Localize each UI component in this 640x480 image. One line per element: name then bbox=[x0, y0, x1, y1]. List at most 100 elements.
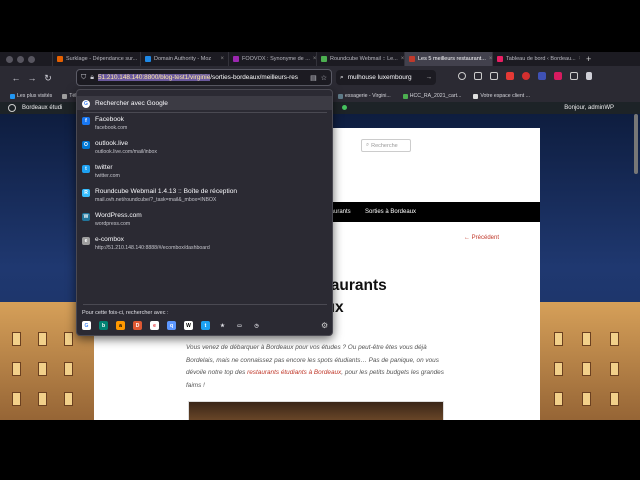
tab-0[interactable]: Surklage - Dépendance sur...× bbox=[52, 52, 140, 66]
forward-button[interactable]: → bbox=[24, 73, 40, 83]
tab-favicon-icon bbox=[145, 56, 151, 62]
pocket-icon[interactable] bbox=[458, 72, 466, 80]
close-window-icon[interactable] bbox=[6, 55, 13, 63]
bookmark-star-icon[interactable]: ☆ bbox=[321, 74, 327, 82]
site-search-input[interactable]: ⌕ Recherche bbox=[361, 139, 411, 152]
downloads-icon[interactable] bbox=[474, 72, 482, 80]
tab-2[interactable]: FOOVOX : Synonyme de ...× bbox=[228, 52, 316, 66]
close-tab-icon[interactable]: × bbox=[220, 56, 224, 62]
tabs-icon[interactable]: ▭ bbox=[235, 321, 244, 330]
article-intro: Vous venez de débarquer à Bordeaux pour … bbox=[186, 342, 448, 392]
search-go-icon[interactable]: → bbox=[426, 74, 433, 81]
article-photo bbox=[188, 401, 444, 420]
bookmark-favicon-icon bbox=[473, 93, 479, 99]
bookmark-favicon-icon bbox=[338, 93, 343, 99]
bookmark-item[interactable]: Votre espace client ... bbox=[473, 93, 530, 99]
zoom-window-icon[interactable] bbox=[28, 55, 35, 63]
tab-strip: Surklage - Dépendance sur...×Domain Auth… bbox=[0, 52, 640, 66]
site-search-placeholder: Recherche bbox=[371, 142, 398, 149]
suggestion-row[interactable]: Ooutlook.live outlook.live.com/mail/inbox bbox=[77, 140, 332, 162]
library-icon[interactable] bbox=[490, 72, 498, 80]
status-dot-icon bbox=[342, 105, 347, 110]
suggestion-row[interactable]: R Roundcube Webmail 1.4.13 :: Boîte de ré… bbox=[77, 188, 332, 210]
wp-site-name[interactable]: Bordeaux étudi bbox=[22, 105, 62, 111]
bookmark-favicon-icon bbox=[62, 93, 68, 99]
google-icon[interactable]: G bbox=[82, 321, 91, 330]
bookmark-item[interactable]: HCC_RA_2021_cart... bbox=[402, 93, 461, 99]
twitter-icon: t bbox=[82, 165, 90, 173]
one-off-search-label: Pour cette fois-ci, rechercher avec : bbox=[82, 310, 169, 316]
ebay-icon[interactable]: e bbox=[150, 321, 159, 330]
address-bar-dropdown: G Rechercher avec Google f Facebook facebo… bbox=[76, 89, 333, 336]
suggestion-row[interactable]: f Facebook facebook.com bbox=[77, 116, 332, 138]
wordpress-logo-icon[interactable] bbox=[8, 104, 16, 112]
address-bar[interactable]: ⛉ 🔒︎ 51.210.148.140:8800/blog-test1/virg… bbox=[76, 69, 332, 86]
suggestion-title: outlook.live bbox=[95, 140, 128, 147]
url-text[interactable]: 51.210.148.140:8800/blog-test1/virginie/… bbox=[97, 74, 298, 81]
lock-icon[interactable]: 🔒︎ bbox=[90, 74, 94, 82]
browser-window: Surklage - Dépendance sur...×Domain Auth… bbox=[0, 52, 640, 420]
bookmark-label: Votre espace client ... bbox=[480, 93, 530, 99]
twitter-search-icon[interactable]: t bbox=[201, 321, 210, 330]
suggestion-row[interactable]: t twitter twitter.com bbox=[77, 164, 332, 186]
qwant-icon[interactable]: q bbox=[167, 321, 176, 330]
tab-4[interactable]: Les 5 meilleurs restaurant...× bbox=[404, 52, 492, 66]
wp-greeting[interactable]: Bonjour, adminWP bbox=[564, 105, 614, 111]
bookmarks-icon[interactable]: ★ bbox=[218, 321, 227, 330]
back-button[interactable]: ← bbox=[8, 73, 24, 83]
suggestion-title: WordPress.com bbox=[95, 212, 142, 219]
tab-1[interactable]: Domain Authority - Moz × bbox=[140, 52, 228, 66]
tab-3[interactable]: Roundcube Webmail :: Le... × bbox=[316, 52, 404, 66]
ecombox-icon: e bbox=[82, 237, 90, 245]
suggestion-title: twitter bbox=[95, 164, 113, 171]
intro-link[interactable]: restaurants étudiants à Bordeaux bbox=[247, 369, 341, 376]
suggestion-title: Facebook bbox=[95, 116, 124, 123]
extensions-puzzle-icon[interactable] bbox=[570, 72, 578, 80]
search-with-google-row[interactable]: G Rechercher avec Google bbox=[77, 96, 332, 110]
search-bar[interactable]: ⌕ mulhouse luxembourg → bbox=[336, 70, 436, 85]
bookmark-favicon-icon bbox=[10, 93, 15, 99]
tab-favicon-icon bbox=[57, 56, 63, 62]
bookmark-item[interactable]: essagerie - Virgini... bbox=[338, 93, 391, 99]
new-tab-button[interactable]: + bbox=[580, 54, 597, 64]
tab-title: Surklage - Dépendance sur... bbox=[66, 56, 138, 62]
suggestion-title: e-combox bbox=[95, 236, 124, 243]
extension-pink-icon[interactable] bbox=[554, 72, 562, 80]
extension-lastpass-icon[interactable] bbox=[522, 72, 530, 80]
reload-button[interactable]: ↻ bbox=[40, 73, 56, 84]
previous-link[interactable]: ← Précédent bbox=[464, 235, 499, 241]
tab-5[interactable]: Tableau de bord ‹ Bordeau...× bbox=[492, 52, 580, 66]
suggestion-row[interactable]: e e-combox http://51.210.148.140:8888/#/ec… bbox=[77, 236, 332, 258]
page-scrollbar[interactable] bbox=[634, 114, 638, 174]
google-icon: G bbox=[82, 99, 90, 108]
search-input[interactable]: mulhouse luxembourg bbox=[348, 74, 412, 81]
tab-favicon-icon bbox=[409, 56, 415, 62]
tab-title: Tableau de bord ‹ Bordeau... bbox=[506, 56, 576, 62]
shield-icon[interactable]: ⛉ bbox=[81, 74, 86, 82]
bookmarks-left: Les plus visités Tél bbox=[10, 93, 76, 99]
one-off-search-engines: Gb a De q Wt ★ ▭ ◷ bbox=[82, 321, 261, 330]
history-icon[interactable]: ◷ bbox=[252, 321, 261, 330]
suggestion-url: facebook.com bbox=[95, 125, 128, 131]
bookmark-item[interactable]: Tél bbox=[62, 93, 76, 99]
extension-red-icon[interactable] bbox=[506, 72, 514, 80]
tab-favicon-icon bbox=[321, 56, 327, 62]
url-selected-text: 51.210.148.140:8800/blog-test1/virginie bbox=[97, 74, 211, 81]
extension-s-icon[interactable] bbox=[538, 72, 546, 80]
duckduckgo-icon[interactable]: D bbox=[133, 321, 142, 330]
tab-favicon-icon bbox=[497, 56, 503, 62]
minimize-window-icon[interactable] bbox=[17, 55, 24, 63]
wikipedia-icon[interactable]: W bbox=[184, 321, 193, 330]
nav-item-sorties[interactable]: Sorties à Bordeaux bbox=[365, 209, 416, 215]
tab-title: FOOVOX : Synonyme de ... bbox=[242, 56, 310, 62]
tab-title: Domain Authority - Moz bbox=[154, 56, 212, 62]
menu-icon[interactable] bbox=[586, 72, 592, 80]
reader-view-icon[interactable]: ▤ bbox=[310, 74, 317, 82]
bookmark-item[interactable]: Les plus visités bbox=[10, 93, 52, 99]
window-controls bbox=[0, 55, 52, 63]
search-settings-gear-icon[interactable]: ⚙ bbox=[321, 321, 328, 330]
suggestion-row[interactable]: W WordPress.com wordpress.com bbox=[77, 212, 332, 234]
amazon-icon[interactable]: a bbox=[116, 321, 125, 330]
tab-title: Roundcube Webmail :: Le... bbox=[330, 56, 398, 62]
bing-icon[interactable]: b bbox=[99, 321, 108, 330]
